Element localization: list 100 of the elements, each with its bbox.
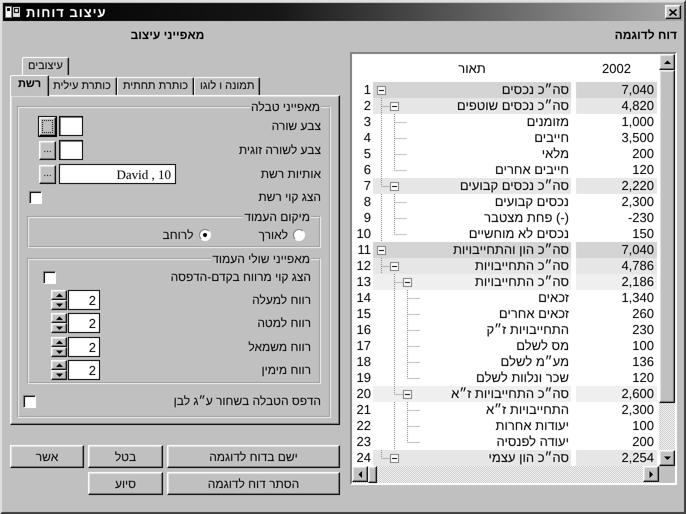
row-number: 8 — [362, 194, 372, 210]
collapse-icon[interactable] — [377, 246, 386, 254]
row-number: 21 — [356, 402, 372, 418]
dialog-button[interactable]: סיוע — [88, 472, 163, 495]
down-arrow-icon — [54, 325, 64, 332]
window-title: עיצוב דוחות — [26, 4, 108, 20]
tree-lines — [394, 434, 420, 450]
radio-label: לאורך — [258, 228, 288, 242]
row-label: התחייבויות ז״א — [485, 402, 570, 418]
row-value: 7,040 — [576, 82, 657, 98]
row-label: סה״כ הון והתחייבויות — [452, 242, 570, 258]
vertical-scrollbar[interactable] — [659, 54, 675, 466]
scroll-right-button[interactable] — [643, 466, 659, 482]
spin-up-button[interactable] — [51, 336, 67, 347]
row-number: 1 — [362, 82, 372, 98]
row-number: 7 — [362, 178, 372, 194]
tree-lines — [381, 210, 407, 226]
right-arrow-icon — [648, 470, 654, 478]
radio-button[interactable] — [293, 229, 305, 241]
ellipsis-button[interactable]: ... — [39, 140, 56, 160]
row-value: 100 — [631, 338, 655, 354]
row-label: סה״כ הון עצמי — [488, 450, 570, 466]
row-value: 100 — [631, 418, 655, 434]
tab[interactable]: עיצובים — [22, 57, 69, 75]
tab[interactable]: תמונה ו לוגו — [194, 77, 260, 95]
collapse-icon[interactable] — [377, 86, 386, 94]
row-label: סה״כ התחייבויות ז״א — [450, 386, 570, 402]
row-value: 260 — [631, 306, 655, 322]
tree-lines — [381, 194, 407, 210]
row-value: 2,300 — [620, 402, 655, 418]
row-value: 3,500 — [620, 130, 655, 146]
spin-up-button[interactable] — [51, 313, 67, 324]
spin-up-button[interactable] — [51, 360, 67, 370]
number-field[interactable]: 2 — [68, 360, 100, 380]
collapse-icon[interactable] — [403, 278, 412, 286]
scroll-down-button[interactable] — [659, 450, 675, 466]
scroll-up-button[interactable] — [659, 54, 675, 70]
collapse-icon[interactable] — [403, 390, 412, 398]
collapse-icon[interactable] — [390, 262, 399, 270]
checkbox[interactable] — [43, 270, 56, 284]
row-number: 6 — [362, 162, 372, 178]
row-value: 120 — [631, 162, 655, 178]
row-label: שכר ונלוות לשלם — [475, 370, 570, 386]
row-value: 4,786 — [576, 258, 657, 274]
spin-up-button[interactable] — [51, 290, 67, 300]
row-label: זכאים אחרים — [498, 306, 570, 322]
spin-down-button[interactable] — [51, 370, 67, 380]
row-label: חייבים — [533, 130, 570, 146]
checkbox[interactable] — [29, 190, 42, 204]
scroll-thumb[interactable] — [659, 70, 675, 403]
row-value: 200 — [631, 434, 655, 450]
tab[interactable]: רשת — [10, 75, 50, 96]
row-label: זכאים — [537, 290, 570, 306]
dialog-button[interactable]: בטל — [88, 445, 163, 468]
spin-down-button[interactable] — [51, 346, 67, 357]
row-value: 1,000 — [620, 114, 655, 130]
collapse-icon[interactable] — [390, 454, 399, 462]
ellipsis-button[interactable] — [39, 116, 56, 136]
ellipsis-button[interactable]: ... — [39, 164, 56, 184]
number-field[interactable]: 2 — [68, 290, 100, 310]
spin-down-button[interactable] — [51, 323, 67, 334]
down-arrow-icon — [54, 372, 64, 378]
radio-button[interactable] — [198, 229, 211, 241]
field-label: רווח מימין — [262, 363, 311, 378]
field-label: צבע שורה — [272, 119, 321, 133]
row-value: 4,820 — [576, 98, 657, 114]
tree-lines — [381, 258, 390, 274]
row-number: 4 — [362, 130, 372, 146]
tree-lines — [381, 130, 407, 146]
font-field[interactable]: David , 10 — [59, 164, 176, 184]
number-field[interactable]: 2 — [68, 336, 100, 357]
tab[interactable]: כותרת תחתית — [116, 77, 194, 95]
row-value: 230 — [631, 322, 655, 338]
checkbox-label: הצג קוי מרווח בקדם-הדפסה — [170, 270, 311, 284]
section-title: מאפייני עיצוב — [130, 28, 206, 44]
collapse-icon[interactable] — [390, 182, 399, 190]
field-label: רווח למעלה — [252, 292, 311, 307]
close-button[interactable] — [665, 5, 681, 19]
checkbox-label: הדפס הטבלה בשחור ע״ג לבן — [174, 394, 321, 408]
row-label: סה״כ נכסים קבועים — [458, 178, 570, 194]
collapse-icon[interactable] — [390, 102, 399, 110]
scroll-thumb[interactable] — [368, 466, 377, 483]
up-arrow-icon — [54, 315, 64, 322]
dialog-button[interactable]: אשר — [10, 445, 84, 468]
dialog-button[interactable]: ישם בדוח לדוגמה — [167, 445, 340, 468]
spin-down-button[interactable] — [51, 300, 67, 310]
horizontal-scrollbar[interactable] — [352, 466, 659, 483]
row-number: 9 — [362, 210, 372, 226]
row-label: (-) פחת מצטבר — [483, 210, 570, 226]
number-field[interactable]: 2 — [68, 313, 100, 334]
tree-lines — [381, 450, 390, 459]
dialog-button[interactable]: הסתר דוח לדוגמה — [167, 472, 340, 495]
tree-lines — [381, 226, 407, 242]
scroll-left-button[interactable] — [352, 466, 368, 482]
checkbox[interactable] — [23, 394, 36, 408]
up-arrow-icon — [54, 292, 64, 298]
tab[interactable]: כותרת עילית — [47, 77, 117, 95]
tree-lines — [394, 418, 420, 434]
left-arrow-icon — [357, 470, 363, 478]
row-number: 24 — [356, 450, 372, 466]
